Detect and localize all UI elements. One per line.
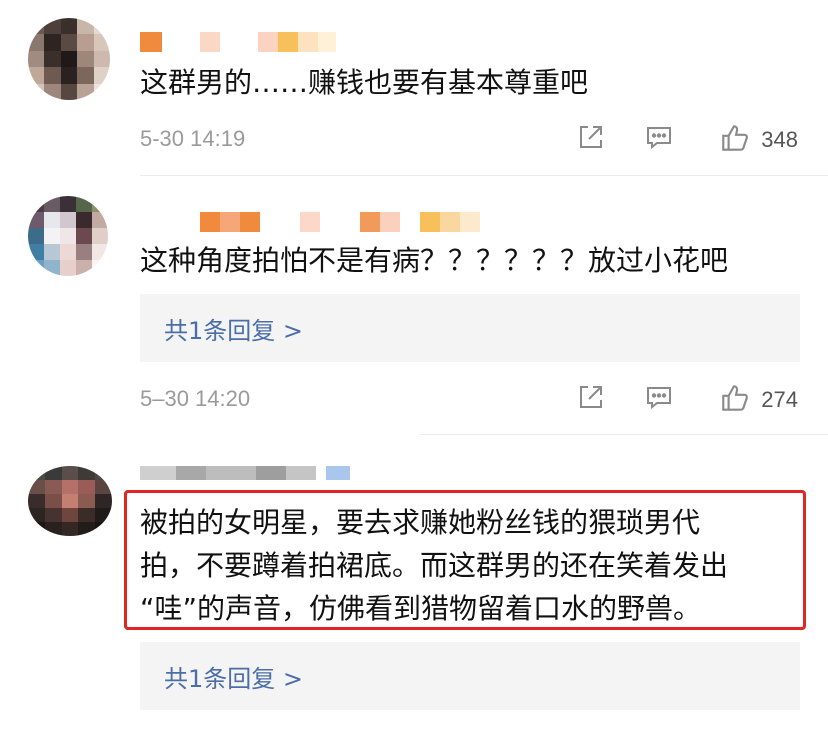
- like-count: 348: [761, 127, 798, 152]
- username-mosaic[interactable]: [140, 466, 350, 480]
- reply-summary-label[interactable]: 共1条回复 >: [164, 659, 303, 694]
- avatar[interactable]: [28, 196, 108, 276]
- comment-text: 这群男的……赚钱也要有基本尊重吧: [140, 66, 589, 99]
- comment-time: 5–30 14:20: [140, 386, 251, 411]
- share-icon[interactable]: [576, 382, 610, 416]
- like-icon: [719, 382, 751, 418]
- like-count: 274: [761, 387, 798, 412]
- username-mosaic[interactable]: [140, 32, 336, 52]
- like-icon: [719, 122, 751, 158]
- like-button[interactable]: 348: [719, 122, 798, 158]
- divider: [420, 434, 828, 435]
- comment-item: 这种角度拍怕不是有病？？？？？？放过小花吧 共1条回复 > 5–30 14:20…: [0, 176, 828, 436]
- comment-text: 这种角度拍怕不是有病？？？？？？放过小花吧: [140, 244, 729, 277]
- avatar[interactable]: [28, 466, 112, 536]
- comment-icon[interactable]: [644, 382, 678, 416]
- reply-summary-label[interactable]: 共1条回复 >: [164, 311, 303, 346]
- comment-time: 5-30 14:19: [140, 126, 246, 151]
- avatar[interactable]: [28, 18, 110, 100]
- highlight-box: [124, 490, 806, 630]
- comment-meta: 5-30 14:19 348: [140, 122, 798, 156]
- like-button[interactable]: 274: [719, 382, 798, 418]
- reply-summary[interactable]: 共1条回复 >: [140, 294, 800, 362]
- comment-item: 这群男的……赚钱也要有基本尊重吧 5-30 14:19 348: [0, 0, 828, 176]
- reply-summary[interactable]: 共1条回复 >: [140, 642, 800, 710]
- username-mosaic[interactable]: [140, 212, 480, 232]
- share-icon[interactable]: [576, 122, 610, 156]
- comment-icon[interactable]: [644, 122, 678, 156]
- comment-meta: 5–30 14:20 274: [140, 382, 798, 416]
